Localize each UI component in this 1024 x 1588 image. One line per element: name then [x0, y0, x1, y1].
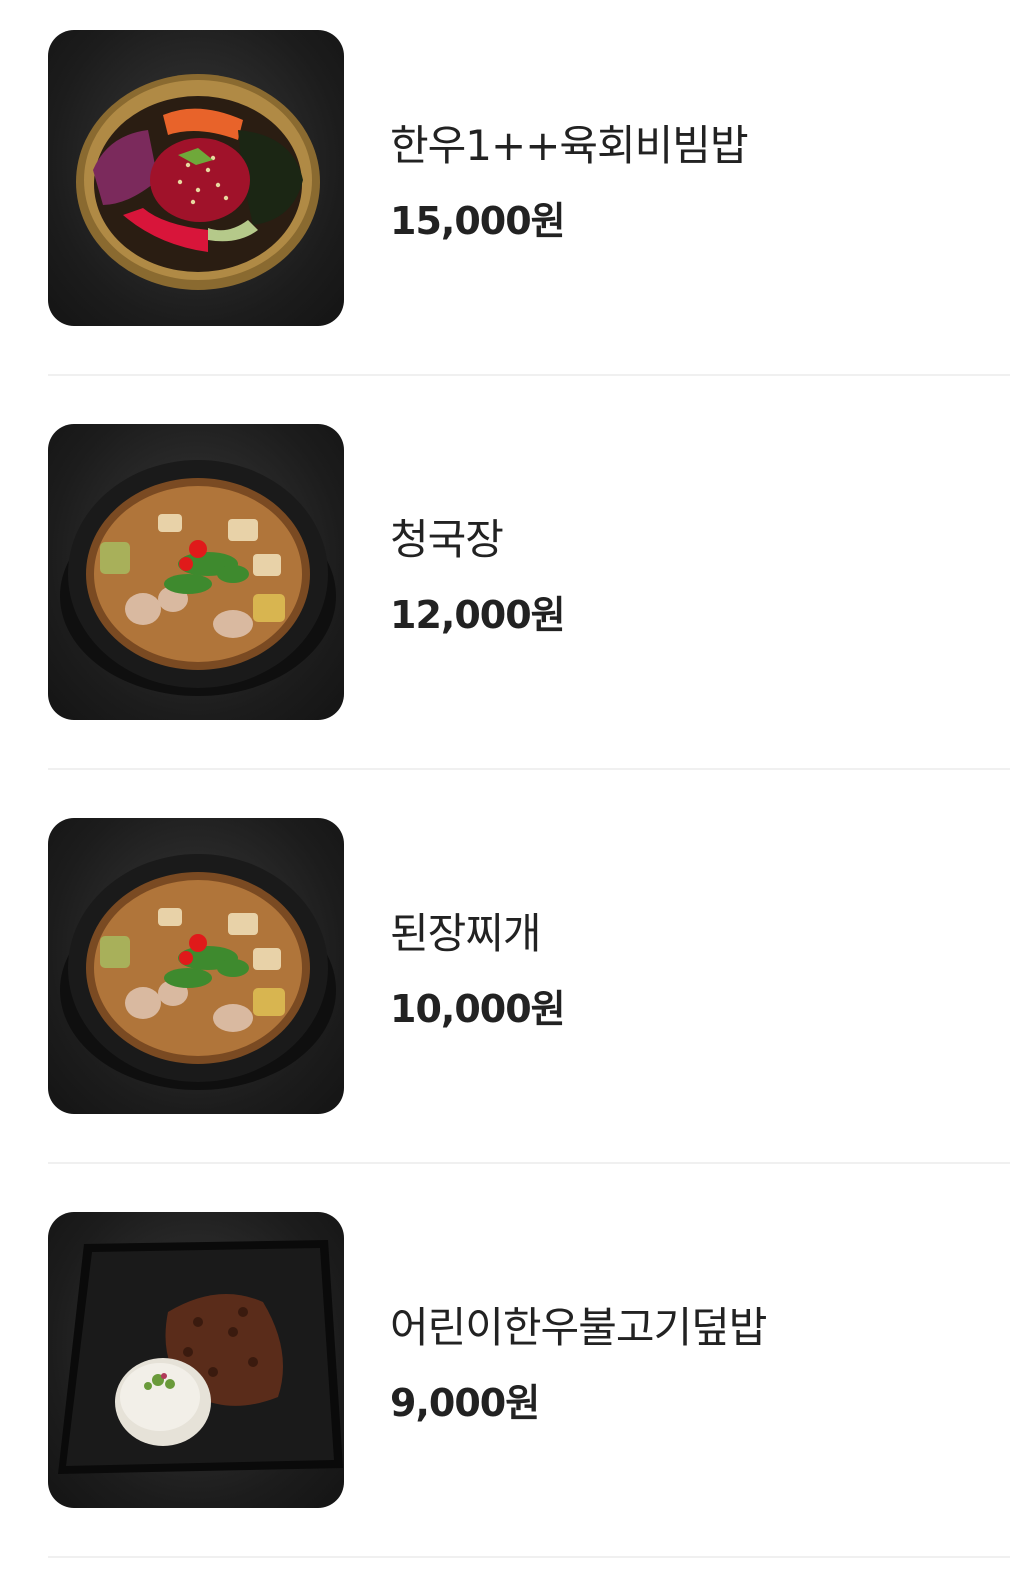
menu-item-price: 15,000원 — [390, 199, 566, 243]
menu-item[interactable]: 청국장 12,000원 — [48, 394, 1010, 788]
menu-item-price: 9,000원 — [390, 1381, 540, 1425]
menu-item[interactable]: 한우1++육회비빔밥 15,000원 — [48, 0, 1010, 394]
divider — [48, 1556, 1010, 1558]
bibimbap-bowl-photo-icon — [76, 74, 320, 290]
menu-item-name[interactable]: 된장찌개 — [390, 900, 542, 961]
bulgogi-rice-plate-photo-icon — [58, 1240, 343, 1474]
divider — [48, 374, 1010, 376]
menu-item-name[interactable]: 청국장 — [390, 506, 504, 567]
menu-item-image[interactable] — [48, 30, 344, 326]
menu-item-name[interactable]: 어린이한우불고기덮밥 — [390, 1294, 767, 1355]
menu-item-image[interactable] — [48, 818, 344, 1114]
stew-pot-photo-icon — [60, 854, 336, 1090]
menu-item-price: 12,000원 — [390, 593, 566, 637]
menu-item[interactable]: 된장찌개 10,000원 — [48, 788, 1010, 1182]
stew-pot-photo-icon — [60, 460, 336, 696]
menu-item-image[interactable] — [48, 1212, 344, 1508]
menu-item-name[interactable]: 한우1++육회비빔밥 — [390, 112, 749, 173]
menu-item-image[interactable] — [48, 424, 344, 720]
menu-item[interactable]: 어린이한우불고기덮밥 9,000원 — [48, 1182, 1010, 1576]
menu-item-price: 10,000원 — [390, 987, 566, 1031]
divider — [48, 768, 1010, 770]
divider — [48, 1162, 1010, 1164]
